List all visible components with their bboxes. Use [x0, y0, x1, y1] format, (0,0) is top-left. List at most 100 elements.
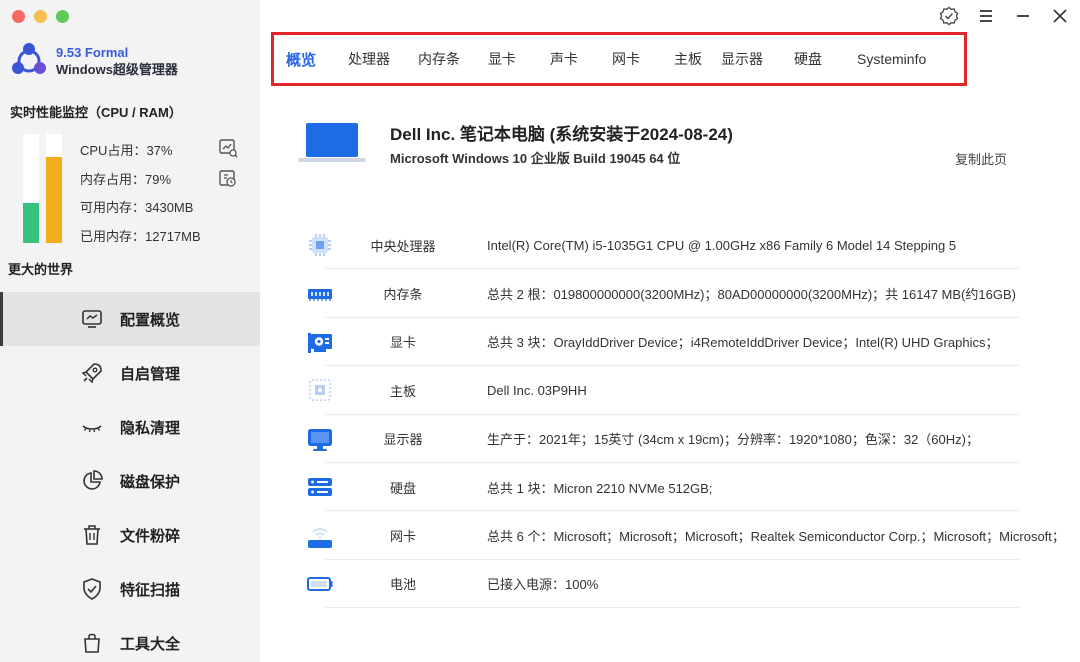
tab-processor[interactable]: 处理器	[348, 49, 418, 69]
tab-motherboard[interactable]: 主板	[674, 49, 721, 69]
spec-row-disk: 硬盘 总共 1 块：Micron 2210 NVMe 512GB;	[300, 463, 1020, 512]
window-traffic-lights	[12, 10, 69, 23]
sidebar: 9.53 Formal Windows超级管理器 实时性能监控（CPU / RA…	[0, 0, 260, 662]
verified-badge-icon[interactable]	[939, 6, 959, 26]
spec-value: 总共 1 块：Micron 2210 NVMe 512GB;	[487, 480, 713, 496]
tab-bar: 概览 处理器 内存条 显卡 声卡 网卡 主板 显示器 硬盘 Systeminfo	[271, 32, 967, 86]
battery-icon	[307, 576, 333, 591]
usage-bars	[23, 134, 62, 243]
app-name: Windows超级管理器	[56, 62, 178, 77]
tab-overview[interactable]: 概览	[286, 49, 348, 70]
spec-row-network: 网卡 总共 6 个：Microsoft；Microsoft；Microsoft；…	[300, 511, 1065, 561]
sidebar-item-label: 工具大全	[120, 635, 181, 653]
ram-icon	[308, 288, 332, 301]
spec-label: 主板	[389, 383, 416, 399]
spec-row-motherboard: 主板 Dell Inc. 03P9HH	[300, 366, 1020, 415]
spec-row-cpu: 中央处理器 Intel(R) Core(TM) i5-1035G1 CPU @ …	[300, 221, 1020, 270]
spec-row-memory: 内存条 总共 2 根：019800000000(3200MHz)；80AD000…	[300, 269, 1020, 319]
memory-monitor-icon[interactable]	[218, 169, 238, 189]
sidebar-item-feature-scan[interactable]: 特征扫描	[0, 562, 260, 616]
disk-icon	[308, 478, 332, 497]
sidebar-item-config-overview[interactable]: 配置概览	[0, 292, 260, 346]
used-memory-text: 已用内存：12717MB	[80, 228, 201, 244]
available-memory-text: 可用内存：3430MB	[80, 200, 194, 215]
spec-label: 中央处理器	[370, 238, 436, 254]
eye-closed-icon	[82, 425, 102, 433]
usage-stats: CPU占用：37% 内存占用：79% 可用内存：3430MB 已用内存：1271…	[80, 141, 201, 255]
sidebar-item-label: 磁盘保护	[120, 473, 181, 491]
gpu-icon	[308, 332, 332, 353]
brand-text: 9.53 Formal Windows超级管理器	[56, 44, 178, 78]
spec-value: 总共 2 根：019800000000(3200MHz)；80AD0000000…	[487, 287, 1016, 303]
spec-label: 内存条	[383, 287, 423, 303]
sidebar-item-label: 特征扫描	[120, 581, 181, 599]
spec-label: 网卡	[389, 529, 416, 545]
stat-icons	[218, 138, 238, 200]
tab-sound[interactable]: 声卡	[550, 49, 612, 69]
sidebar-item-label: 隐私清理	[120, 419, 181, 437]
brand: 9.53 Formal Windows超级管理器	[10, 42, 178, 80]
motherboard-icon	[309, 379, 331, 402]
cpu-usage-fill	[23, 202, 39, 243]
tab-graphics[interactable]: 显卡	[488, 49, 550, 69]
spec-value: 总共 3 块：OrayIddDriver Device；i4RemoteIddD…	[487, 335, 999, 351]
spec-label: 显示器	[383, 432, 423, 448]
display-icon	[308, 428, 332, 451]
spec-label: 硬盘	[389, 480, 416, 496]
spec-value: 总共 6 个：Microsoft；Microsoft；Microsoft；Rea…	[487, 529, 1065, 545]
trash-icon	[84, 525, 100, 545]
copy-page-button[interactable]: 复制此页	[955, 149, 1007, 168]
sidebar-item-label: 自启管理	[120, 365, 181, 383]
sidebar-item-file-shred[interactable]: 文件粉碎	[0, 508, 260, 562]
spec-label: 电池	[389, 577, 416, 593]
pie-chart-icon	[83, 470, 103, 490]
mem-usage-text: 内存占用：79%	[80, 171, 172, 187]
close-icon[interactable]	[1050, 6, 1070, 26]
spec-value: 生产于：2021年；15英寸 (34cm x 19cm)；分辨率：1920*10…	[487, 432, 979, 448]
close-dot-button[interactable]	[12, 10, 25, 23]
minimize-icon[interactable]	[1013, 6, 1033, 26]
spec-value: Intel(R) Core(TM) i5-1035G1 CPU @ 1.00GH…	[487, 237, 957, 253]
cpu-monitor-icon[interactable]	[218, 138, 238, 158]
app-version: 9.53 Formal	[56, 45, 129, 60]
cpu-usage-bar	[23, 134, 39, 243]
app-logo-icon	[12, 43, 46, 74]
sidebar-item-disk-protect[interactable]: 磁盘保护	[0, 454, 260, 508]
spec-value: 已接入电源：100%	[487, 577, 599, 593]
monitor-title: 实时性能监控（CPU / RAM）	[10, 105, 182, 120]
rocket-icon	[81, 363, 102, 384]
cpu-icon	[309, 234, 331, 257]
window-controls	[939, 6, 1070, 26]
monitor-chart-icon	[82, 310, 102, 328]
sidebar-item-label: 配置概览	[120, 311, 181, 329]
world-section-label: 更大的世界	[8, 262, 74, 277]
mem-usage-bar	[46, 134, 62, 243]
maximize-dot-button[interactable]	[56, 10, 69, 23]
os-version: Microsoft Windows 10 企业版 Build 19045 64 …	[390, 151, 681, 166]
spec-row-display: 显示器 生产于：2021年；15英寸 (34cm x 19cm)；分辨率：192…	[300, 415, 1020, 464]
spec-row-battery: 电池 已接入电源：100%	[300, 560, 1020, 609]
spec-label: 显卡	[389, 335, 416, 351]
spec-row-gpu: 显卡 总共 3 块：OrayIddDriver Device；i4RemoteI…	[300, 318, 1020, 367]
network-icon	[308, 527, 332, 548]
shield-check-icon	[83, 578, 101, 600]
tab-memory[interactable]: 内存条	[418, 49, 488, 69]
sidebar-item-startup[interactable]: 自启管理	[0, 346, 260, 400]
spec-value: Dell Inc. 03P9HH	[487, 382, 587, 398]
sidebar-item-label: 文件粉碎	[120, 527, 181, 545]
bag-icon	[84, 633, 100, 653]
cpu-usage-text: CPU占用：37%	[80, 143, 173, 158]
minimize-dot-button[interactable]	[34, 10, 47, 23]
tab-systeminfo[interactable]: Systeminfo	[857, 51, 937, 67]
tab-network[interactable]: 网卡	[612, 49, 674, 69]
laptop-icon	[298, 123, 366, 162]
system-title: Dell Inc. 笔记本电脑 (系统安装于2024-08-24)	[390, 125, 733, 144]
sidebar-item-toolbox[interactable]: 工具大全	[0, 616, 260, 662]
tab-disk[interactable]: 硬盘	[794, 49, 857, 69]
sidebar-nav: 配置概览 自启管理 隐私清理 磁盘保护 文件粉碎 特征扫描 工具大全	[0, 292, 260, 662]
tab-display[interactable]: 显示器	[721, 49, 794, 69]
mem-usage-fill	[46, 156, 62, 243]
spec-list: 中央处理器 Intel(R) Core(TM) i5-1035G1 CPU @ …	[300, 221, 1065, 609]
sidebar-item-privacy-clean[interactable]: 隐私清理	[0, 400, 260, 454]
menu-icon[interactable]	[976, 6, 996, 26]
